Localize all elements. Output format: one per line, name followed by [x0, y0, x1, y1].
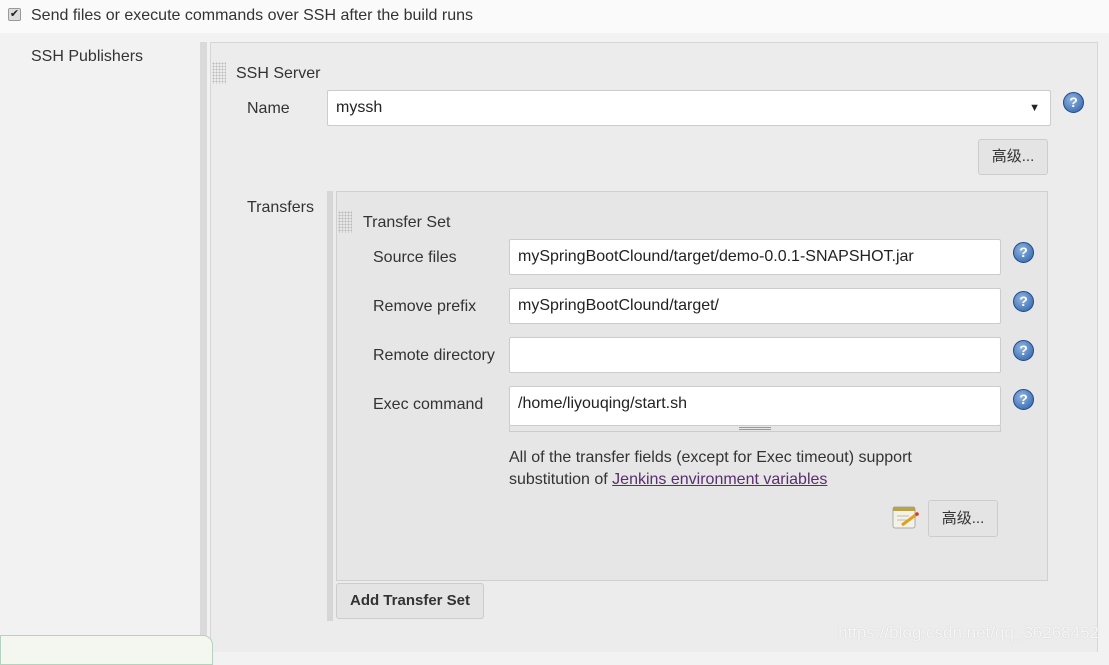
server-advanced-button[interactable]: 高级... [978, 139, 1048, 175]
help-icon[interactable]: ? [1013, 242, 1034, 263]
remote-directory-input[interactable] [509, 337, 1001, 373]
source-files-label: Source files [373, 249, 457, 266]
drag-handle-icon[interactable] [212, 62, 226, 84]
help-icon[interactable]: ? [1063, 92, 1084, 113]
remove-prefix-input[interactable]: mySpringBootClound/target/ [509, 288, 1001, 324]
jenkins-env-vars-link[interactable]: Jenkins environment variables [612, 471, 827, 488]
add-transfer-set-button[interactable]: Add Transfer Set [336, 583, 484, 619]
publish-over-ssh-label: Send files or execute commands over SSH … [31, 7, 473, 24]
help-icon[interactable]: ? [1013, 340, 1034, 361]
watermark: https://blog.csdn.net/qq_36268452 [838, 623, 1099, 642]
note-line: All of the transfer fields (except for E… [509, 449, 912, 466]
source-files-input[interactable]: mySpringBootClound/target/demo-0.0.1-SNA… [509, 239, 1001, 275]
dropdown-arrow-icon: ▼ [1029, 102, 1040, 114]
transfers-label: Transfers [247, 199, 314, 216]
exec-command-label: Exec command [373, 396, 484, 413]
ssh-server-title: SSH Server [236, 65, 321, 82]
notepad-edit-icon[interactable] [892, 504, 920, 530]
section-bar [200, 42, 207, 652]
drag-handle-icon[interactable] [338, 211, 352, 233]
name-select[interactable]: myssh ▼ [327, 90, 1051, 126]
remote-directory-label: Remote directory [373, 347, 495, 364]
remove-prefix-label: Remove prefix [373, 298, 477, 315]
ssh-publishers-label: SSH Publishers [31, 48, 144, 65]
name-label: Name [247, 100, 290, 117]
exec-command-textarea[interactable]: /home/liyouqing/start.sh [509, 386, 1001, 426]
transfer-set-title: Transfer Set [363, 214, 451, 231]
transfers-bar [327, 191, 333, 621]
transfer-advanced-button[interactable]: 高级... [928, 500, 998, 537]
name-select-value: myssh [336, 99, 383, 116]
note-line: substitution of [509, 471, 613, 488]
substitution-note: All of the transfer fields (except for E… [509, 447, 912, 491]
help-icon[interactable]: ? [1013, 389, 1034, 410]
help-icon[interactable]: ? [1013, 291, 1034, 312]
bottom-panel [0, 635, 213, 665]
textarea-resize-handle[interactable] [509, 426, 1001, 432]
publish-over-ssh-checkbox[interactable]: ✔ [8, 8, 21, 21]
